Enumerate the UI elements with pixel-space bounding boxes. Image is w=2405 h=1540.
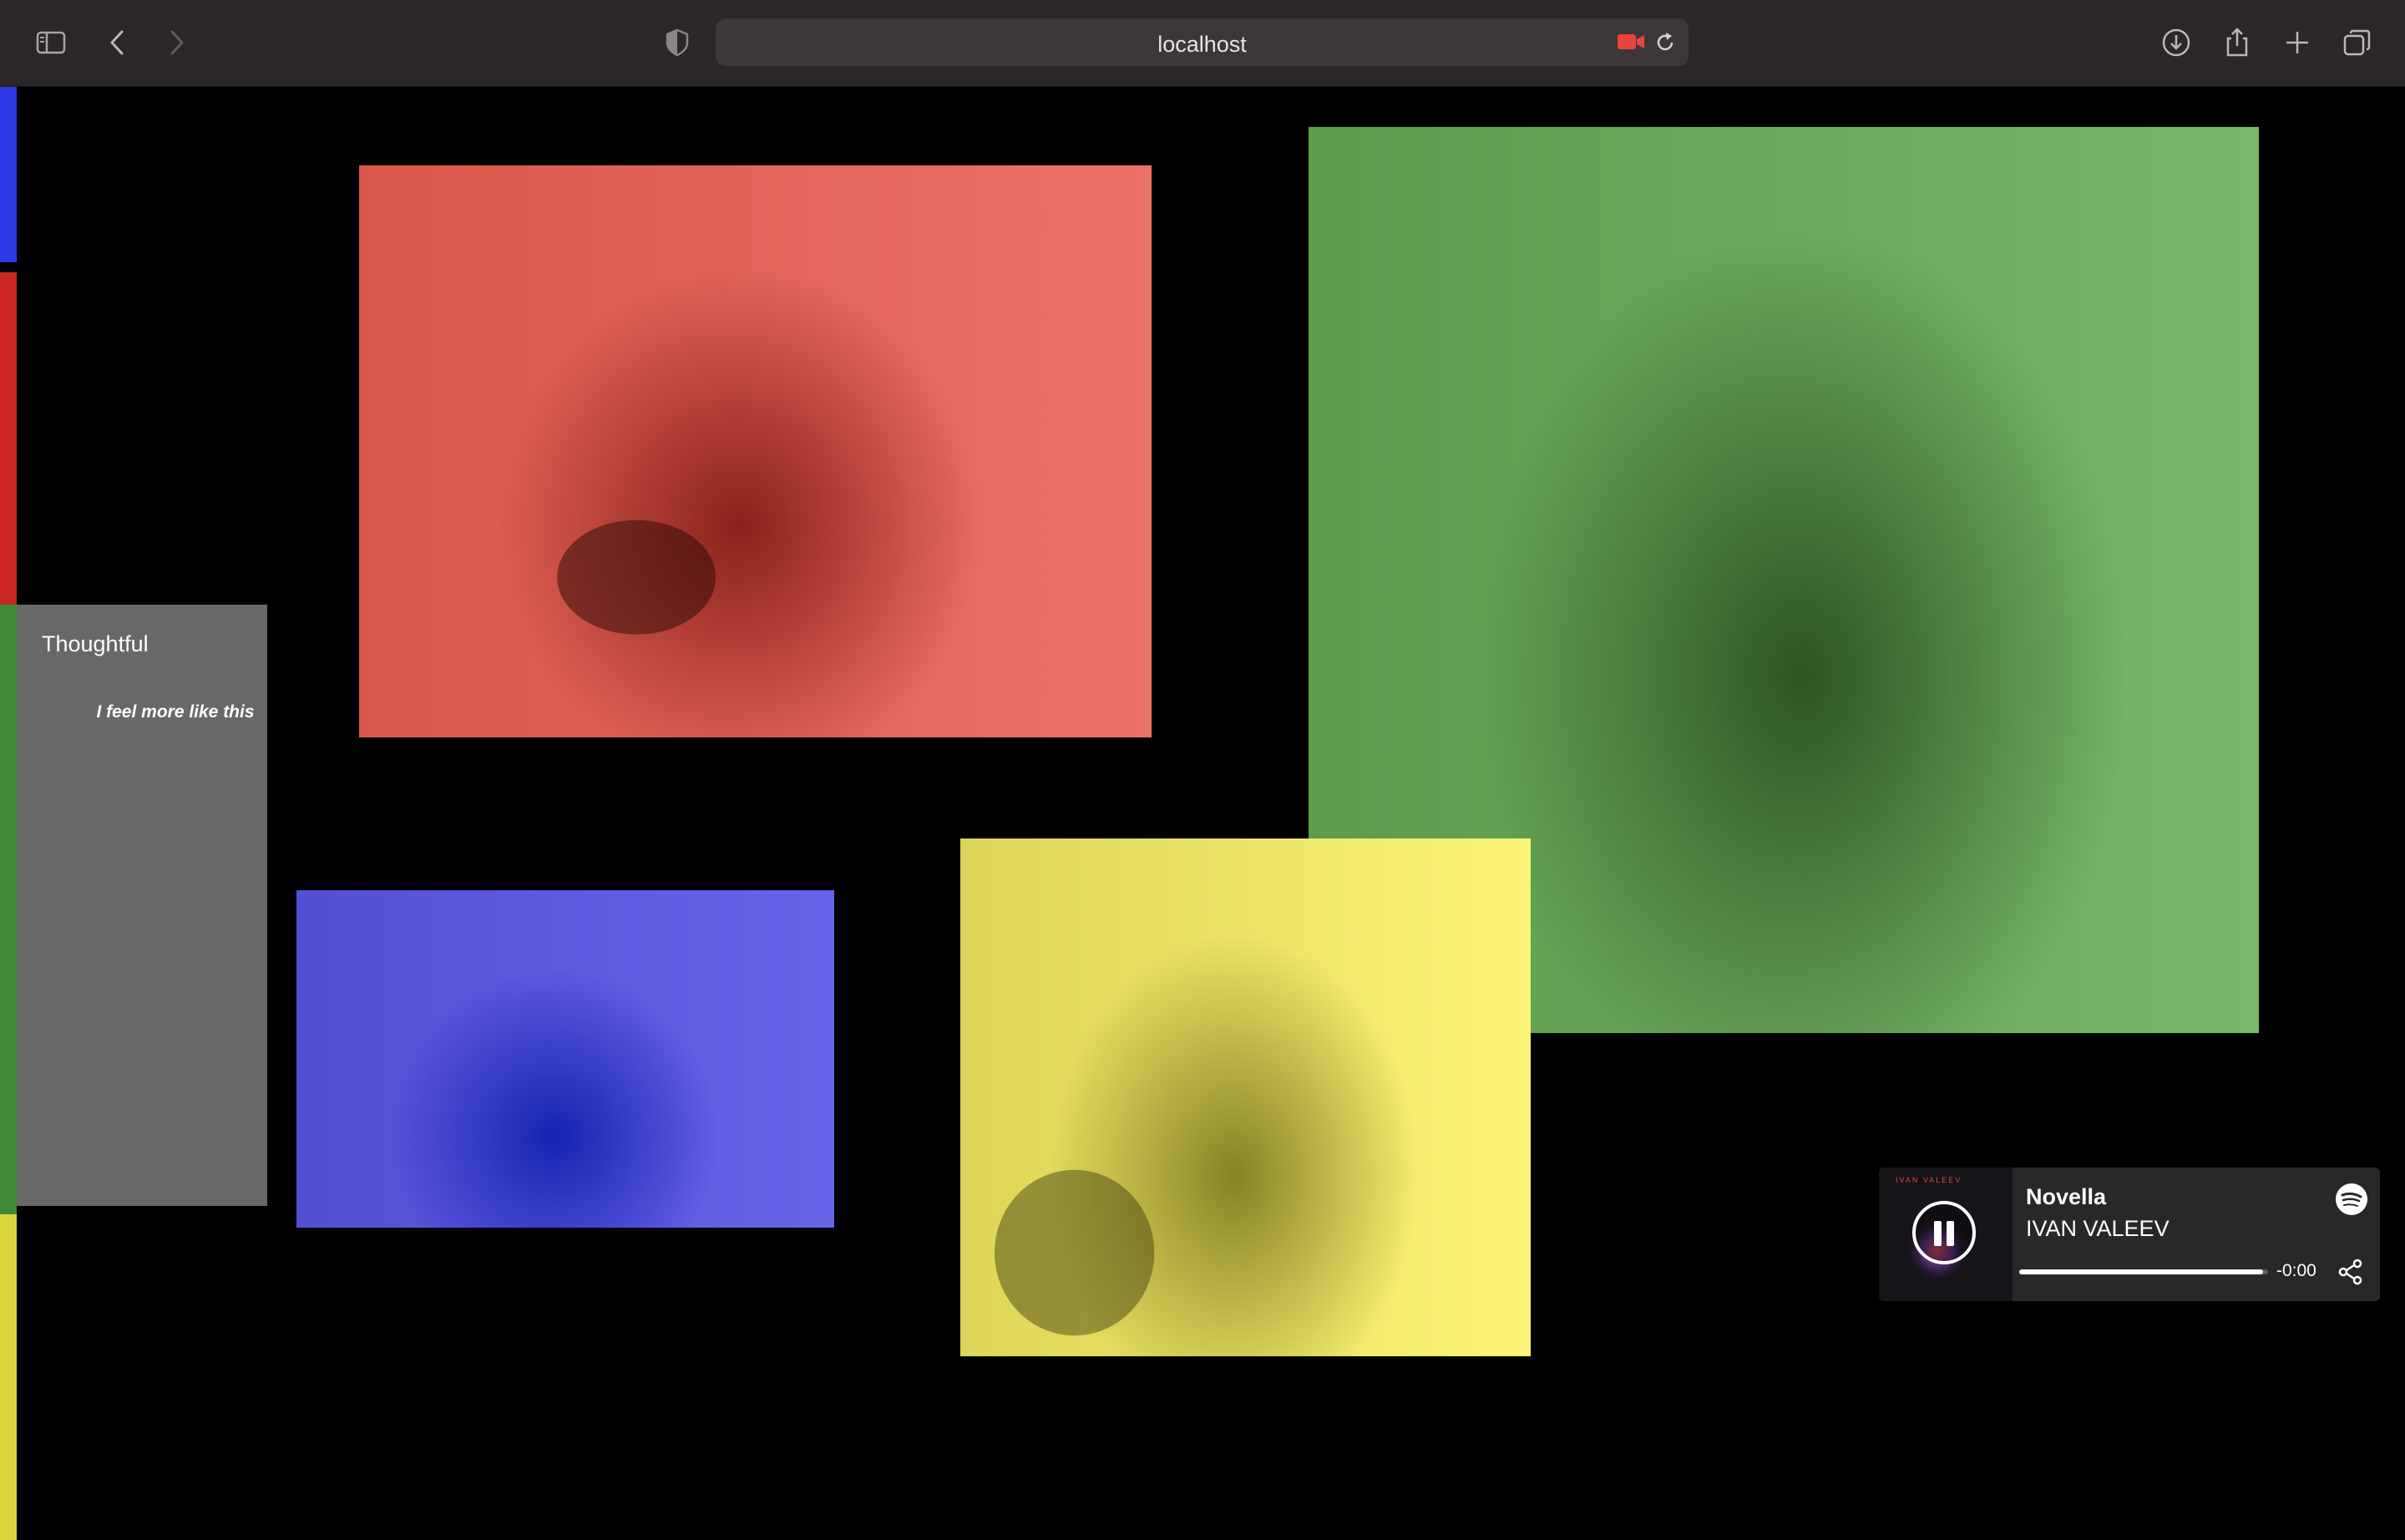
- video-tile-yellow: [960, 838, 1531, 1356]
- green-strip: [0, 605, 17, 1289]
- note-title: Thoughtful: [42, 631, 149, 656]
- camera-icon[interactable]: [1617, 32, 1645, 52]
- progress-bar[interactable]: [2019, 1269, 2268, 1274]
- mood-note-card: Thoughtful I feel more like this: [17, 605, 267, 1206]
- url-text: localhost: [1157, 32, 1247, 57]
- back-icon[interactable]: [102, 27, 134, 58]
- download-icon[interactable]: [2160, 27, 2192, 58]
- artist-name[interactable]: IVAN VALEEV: [2026, 1216, 2170, 1242]
- forward-icon[interactable]: [160, 27, 192, 58]
- cover-title: IVAN VALEEV: [1896, 1176, 1962, 1184]
- share-icon[interactable]: [2337, 1258, 2365, 1286]
- time-remaining: -0:00: [2276, 1261, 2316, 1280]
- new-tab-icon[interactable]: [2281, 27, 2313, 58]
- video-tile-blue: [296, 890, 834, 1228]
- share-icon[interactable]: [2221, 27, 2253, 58]
- progress-fill: [2019, 1269, 2264, 1274]
- blue-strip: [0, 87, 17, 262]
- shield-icon[interactable]: [661, 27, 693, 58]
- browser-toolbar: localhost: [0, 0, 2405, 87]
- reload-icon[interactable]: [1652, 29, 1678, 56]
- sidebar-icon[interactable]: [35, 27, 67, 58]
- page-content: Thoughtful I feel more like this IVAN VA…: [0, 87, 2405, 1540]
- track-title[interactable]: Novella: [2026, 1184, 2106, 1210]
- tabs-icon[interactable]: [2342, 27, 2373, 58]
- yellow-strip: [0, 1214, 17, 1540]
- note-text: I feel more like this: [96, 702, 255, 722]
- pause-icon[interactable]: [1912, 1201, 1976, 1264]
- video-tile-red: [359, 165, 1152, 737]
- spotify-player[interactable]: IVAN VALEEV Novella IVAN VALEEV -0:00: [1879, 1168, 2380, 1301]
- album-cover[interactable]: IVAN VALEEV: [1879, 1168, 2013, 1301]
- address-bar[interactable]: localhost: [716, 18, 1689, 66]
- spotify-icon[interactable]: [2335, 1183, 2368, 1216]
